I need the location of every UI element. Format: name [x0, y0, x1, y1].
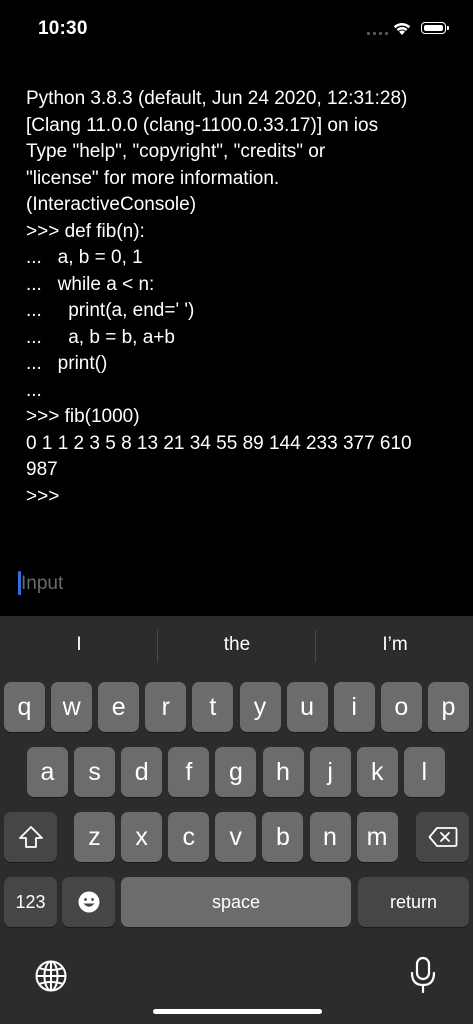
console-output: Python 3.8.3 (default, Jun 24 2020, 12:3…	[26, 86, 466, 510]
key-w[interactable]: w	[51, 682, 93, 732]
key-x[interactable]: x	[121, 812, 163, 862]
console-line: ... a, b = 0, 1	[26, 247, 143, 268]
keyboard: I the I’m qwertyuiop asdfghjkl zxcvbnm 1…	[0, 616, 473, 1024]
console-line: Python 3.8.3 (default, Jun 24 2020, 12:3…	[26, 88, 408, 109]
status-time: 10:30	[38, 18, 88, 39]
console-line: ... a, b = b, a+b	[26, 326, 175, 348]
suggestion-1[interactable]: I	[0, 634, 158, 656]
wifi-icon	[393, 22, 411, 35]
key-b[interactable]: b	[262, 812, 304, 862]
battery-icon	[421, 22, 449, 34]
console-line: [Clang 11.0.0 (clang-1100.0.33.17)] on i…	[26, 114, 379, 136]
delete-key[interactable]	[416, 812, 469, 862]
key-l[interactable]: l	[403, 747, 445, 797]
shift-icon	[18, 826, 43, 848]
emoji-key[interactable]	[62, 877, 115, 927]
console-input-field[interactable]	[18, 568, 451, 600]
key-h[interactable]: h	[262, 747, 304, 797]
key-z[interactable]: z	[74, 812, 115, 862]
suggestion-2[interactable]: the	[158, 634, 316, 656]
home-indicator[interactable]	[153, 1009, 322, 1014]
console-line: ... while a < n:	[26, 273, 155, 295]
globe-icon[interactable]	[34, 959, 68, 993]
status-bar: 10:30	[0, 0, 473, 60]
numbers-key[interactable]: 123	[4, 877, 57, 927]
key-n[interactable]: n	[309, 812, 351, 862]
input-row[interactable]	[18, 568, 458, 600]
key-v[interactable]: v	[215, 812, 257, 862]
text-caret	[18, 571, 21, 595]
emoji-icon	[78, 891, 99, 913]
console-line: ... print(a, end=' ')	[26, 300, 195, 321]
console-line: "license" for more information.	[26, 167, 280, 189]
space-key[interactable]: space	[121, 877, 351, 927]
key-i[interactable]: i	[333, 682, 375, 732]
key-s[interactable]: s	[74, 747, 116, 797]
console-line: ... print()	[26, 353, 108, 374]
shift-key[interactable]	[4, 812, 57, 862]
key-u[interactable]: u	[286, 682, 328, 732]
key-p[interactable]: p	[427, 682, 469, 732]
key-o[interactable]: o	[380, 682, 422, 732]
return-key[interactable]: return	[358, 877, 469, 927]
key-y[interactable]: y	[239, 682, 281, 732]
console-line: Type "help", "copyright", "credits" or	[26, 141, 326, 162]
console-line: >>> def fib(n):	[26, 220, 145, 242]
key-m[interactable]: m	[356, 812, 398, 862]
key-j[interactable]: j	[309, 747, 351, 797]
delete-icon	[428, 827, 457, 847]
suggestion-3[interactable]: I’m	[316, 634, 473, 656]
console-line: 0 1 1 2 3 5 8 13 21 34 55 89 144 233 377…	[26, 432, 412, 454]
console-line: ...	[26, 379, 42, 401]
microphone-icon[interactable]	[409, 956, 437, 994]
key-q[interactable]: q	[4, 682, 45, 732]
key-r[interactable]: r	[145, 682, 187, 732]
key-d[interactable]: d	[121, 747, 163, 797]
key-g[interactable]: g	[215, 747, 257, 797]
console-line: >>> fib(1000)	[26, 406, 140, 427]
key-k[interactable]: k	[356, 747, 398, 797]
console-line: >>>	[26, 485, 60, 507]
key-e[interactable]: e	[98, 682, 140, 732]
suggestion-bar: I the I’m	[0, 616, 473, 678]
cellular-signal-icon	[367, 32, 388, 35]
key-t[interactable]: t	[192, 682, 234, 732]
key-a[interactable]: a	[27, 747, 68, 797]
key-c[interactable]: c	[168, 812, 210, 862]
console-line: 987	[26, 459, 58, 480]
console-line: (InteractiveConsole)	[26, 194, 197, 215]
key-f[interactable]: f	[168, 747, 210, 797]
